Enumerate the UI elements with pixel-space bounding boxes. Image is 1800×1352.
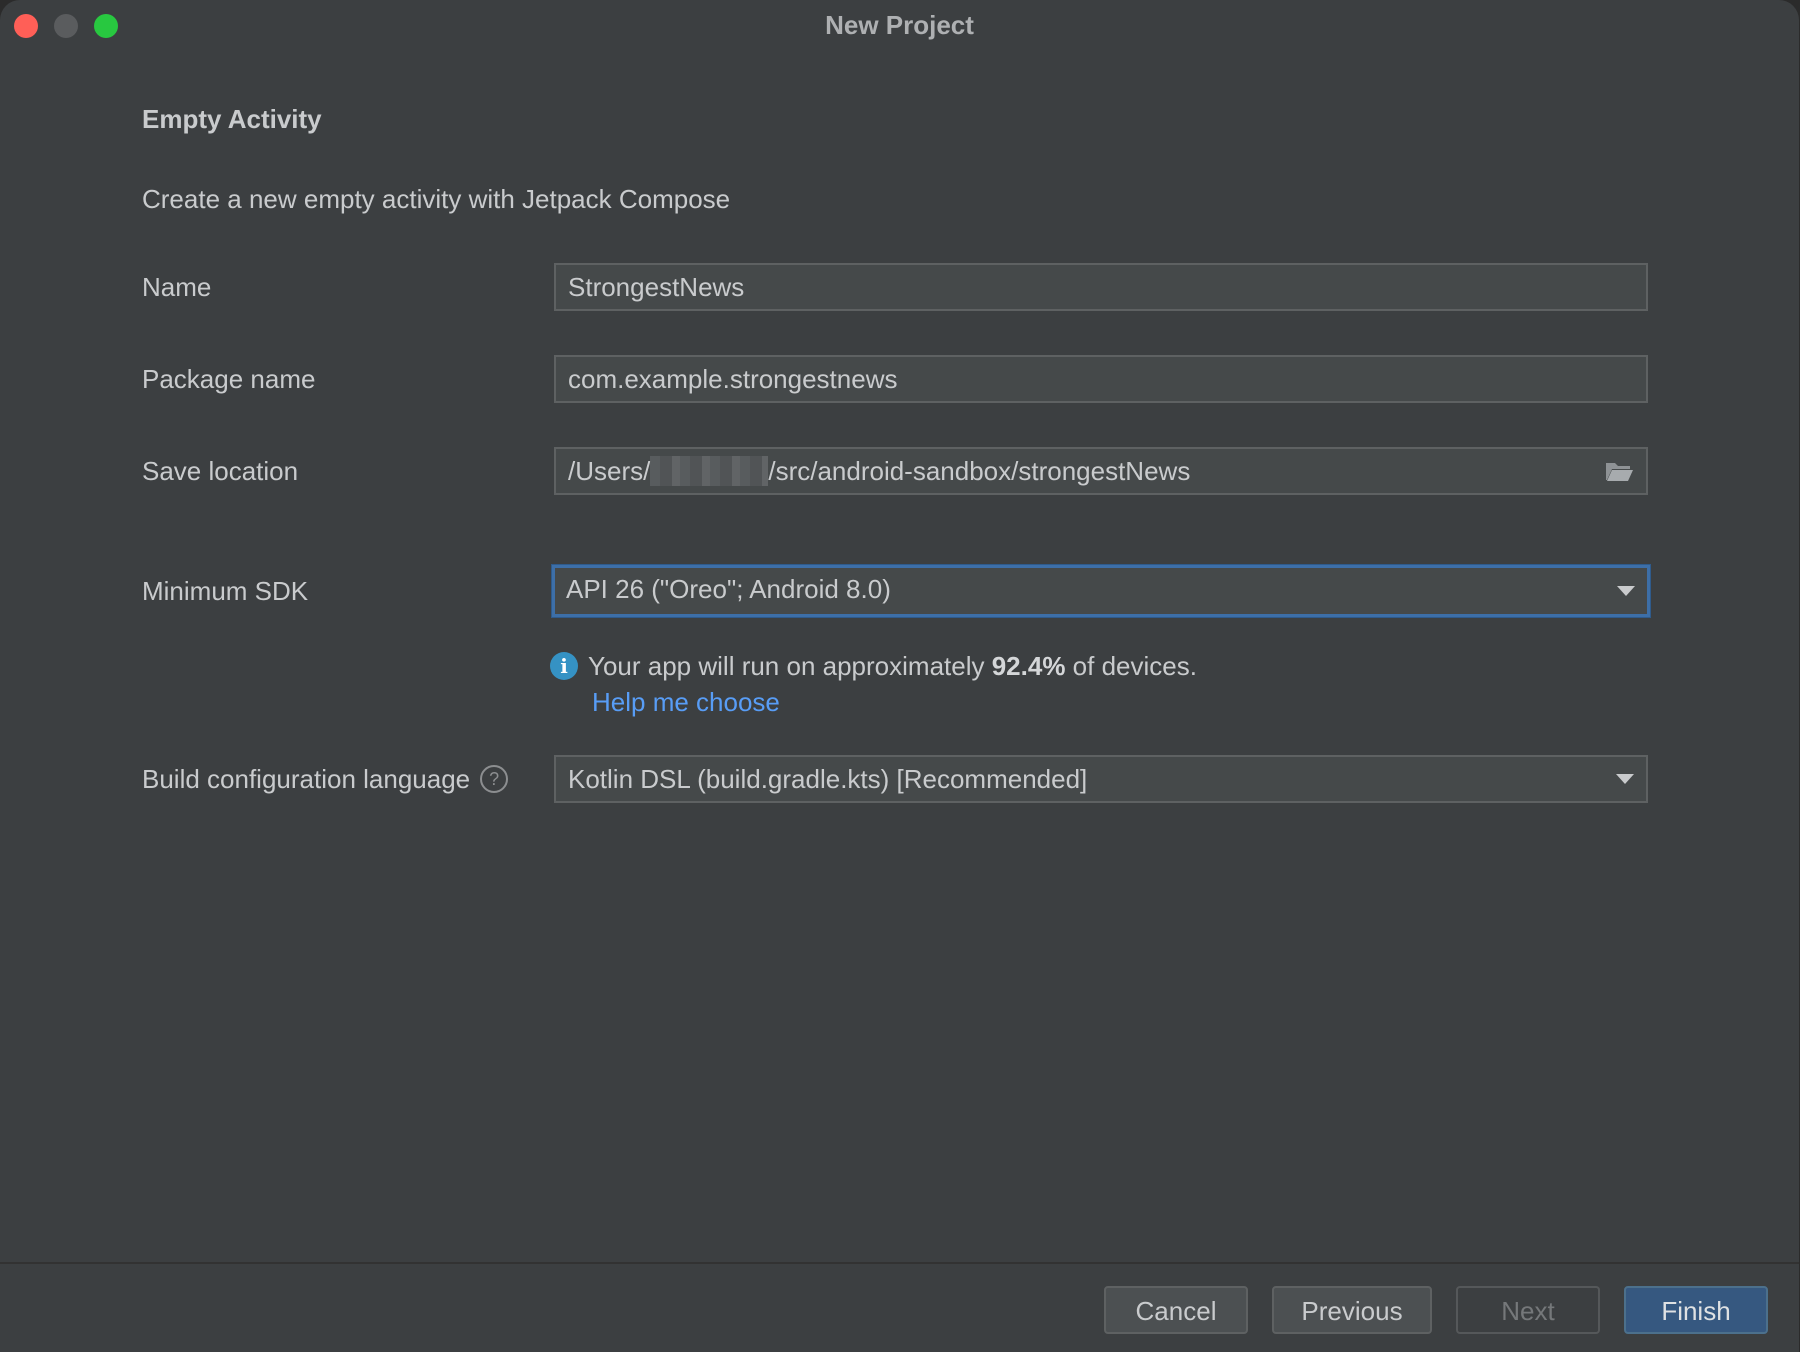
help-me-choose-link[interactable]: Help me choose <box>592 684 780 720</box>
finish-button[interactable]: Finish <box>1624 1286 1768 1334</box>
sdk-coverage-percent: 92.4% <box>991 651 1066 681</box>
title-bar[interactable]: New Project <box>0 0 1799 50</box>
folder-open-icon[interactable] <box>1604 459 1634 483</box>
build-config-language-value: Kotlin DSL (build.gradle.kts) [Recommend… <box>568 764 1088 794</box>
save-location-label: Save location <box>142 456 299 486</box>
save-location-suffix: /src/android-sandbox/strongestNews <box>768 456 1191 486</box>
save-location-input[interactable]: /Users/ /src/android-sandbox/strongestNew… <box>554 447 1648 495</box>
footer-divider <box>0 1262 1799 1264</box>
chevron-down-icon <box>1616 774 1634 784</box>
info-icon: i <box>550 652 578 681</box>
question-mark-icon[interactable]: ? <box>480 765 509 794</box>
template-description: Create a new empty activity with Jetpack… <box>142 184 731 214</box>
build-config-language-label: Build configuration language? <box>142 755 509 803</box>
sdk-coverage-text-before: Your app will run on approximately <box>588 651 992 681</box>
package-name-input[interactable]: com.example.strongestnews <box>554 355 1648 403</box>
template-heading: Empty Activity <box>142 104 322 134</box>
minimum-sdk-select[interactable]: API 26 ("Oreo"; Android 8.0) <box>552 565 1650 617</box>
new-project-window: New Project Empty Activity Create a new … <box>0 0 1799 1352</box>
cancel-button[interactable]: Cancel <box>1104 1286 1248 1334</box>
name-input[interactable]: StrongestNews <box>554 263 1648 311</box>
build-config-language-label-text: Build configuration language <box>142 764 471 794</box>
minimum-sdk-value: API 26 ("Oreo"; Android 8.0) <box>566 574 891 604</box>
next-button: Next <box>1456 1286 1600 1334</box>
package-name-label: Package name <box>142 364 316 394</box>
name-input-value: StrongestNews <box>568 272 745 302</box>
save-location-prefix: /Users/ <box>568 456 651 486</box>
window-title: New Project <box>825 10 974 40</box>
previous-button[interactable]: Previous <box>1272 1286 1432 1334</box>
chevron-down-icon <box>1617 586 1635 596</box>
build-config-language-select[interactable]: Kotlin DSL (build.gradle.kts) [Recommend… <box>554 755 1648 803</box>
package-name-input-value: com.example.strongestnews <box>568 364 898 394</box>
sdk-coverage-text-after: of devices. <box>1065 651 1197 681</box>
minimum-sdk-label: Minimum SDK <box>142 576 309 606</box>
redacted-username <box>650 456 769 487</box>
name-label: Name <box>142 272 212 302</box>
sdk-coverage-info: i Your app will run on approximately 92.4… <box>550 648 1197 684</box>
